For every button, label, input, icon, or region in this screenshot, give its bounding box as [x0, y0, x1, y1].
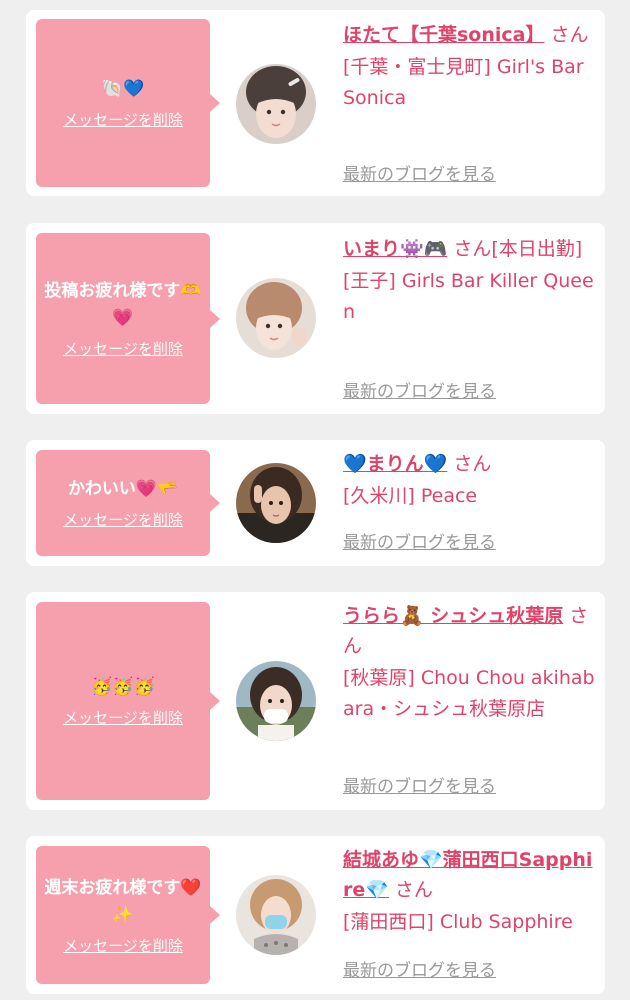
- avatar[interactable]: [236, 278, 316, 358]
- cast-name-line: いまり👾🎮 さん[本日出勤]: [343, 234, 598, 264]
- cast-info: うらら🧸 シュシュ秋葉原 さん [秋葉原] Chou Chou akihabara…: [343, 601, 598, 725]
- delete-message-link[interactable]: メッセージを削除: [63, 109, 183, 130]
- cast-name-line: 結城あゆ💎蒲田西口Sapphire💎 さん: [343, 845, 598, 905]
- cast-name-line: ほたて【千葉sonica】 さん: [343, 20, 598, 50]
- avatar[interactable]: [236, 661, 316, 741]
- cast-name-link[interactable]: うらら🧸 シュシュ秋葉原: [343, 605, 563, 627]
- cast-name-link[interactable]: 💙まりん💙: [343, 453, 447, 475]
- latest-blog-link[interactable]: 最新のブログを見る: [343, 377, 496, 402]
- cast-name-link[interactable]: いまり👾🎮: [343, 238, 447, 260]
- cast-honorific: さん: [394, 879, 433, 901]
- cast-honorific: さん: [453, 453, 492, 475]
- cast-name-link[interactable]: 結城あゆ💎蒲田西口Sapphire💎: [343, 849, 592, 901]
- cast-info: ほたて【千葉sonica】 さん [千葉・富士見町] Girl's Bar Son…: [343, 20, 598, 114]
- message-list: 🐚💙 メッセージを削除 ほたて【千葉sonica】 さん [千葉・富士見町] Gi…: [0, 0, 630, 1000]
- cast-name-line: うらら🧸 シュシュ秋葉原 さん: [343, 601, 598, 661]
- message-card: 🥳🥳🥳 メッセージを削除 うらら🧸 シュシュ秋葉原 さん [秋葉原] Chou C…: [26, 592, 605, 810]
- message-card: 🐚💙 メッセージを削除 ほたて【千葉sonica】 さん [千葉・富士見町] Gi…: [26, 10, 605, 196]
- latest-blog-link[interactable]: 最新のブログを見る: [343, 528, 496, 553]
- message-text: 🐚💙: [101, 79, 145, 99]
- avatar[interactable]: [236, 875, 316, 955]
- avatar[interactable]: [236, 463, 316, 543]
- delete-message-link[interactable]: メッセージを削除: [63, 935, 183, 956]
- shop-info: [秋葉原] Chou Chou akihabara・シュシュ秋葉原店: [343, 667, 595, 720]
- cast-name-link[interactable]: ほたて【千葉sonica】: [343, 24, 545, 46]
- message-bubble: かわいい💗🫳 メッセージを削除: [36, 450, 220, 556]
- cast-honorific: さん: [453, 238, 492, 260]
- message-text: かわいい💗🫳: [67, 479, 179, 499]
- message-bubble: 🥳🥳🥳 メッセージを削除: [36, 602, 220, 800]
- message-bubble: 🐚💙 メッセージを削除: [36, 19, 220, 187]
- message-card: かわいい💗🫳 メッセージを削除 💙まりん💙 さん [久米川] Peace 最新のブ…: [26, 440, 605, 566]
- message-text: 🥳🥳🥳: [91, 677, 155, 697]
- message-bubble: 投稿お疲れ様です🫶💗 メッセージを削除: [36, 233, 220, 404]
- shop-info: [王子] Girls Bar Killer Queen: [343, 270, 594, 323]
- message-card: 週末お疲れ様です❤️✨ メッセージを削除 結城あゆ💎蒲田西口Sapphire💎 さ…: [26, 836, 605, 994]
- latest-blog-link[interactable]: 最新のブログを見る: [343, 160, 496, 185]
- delete-message-link[interactable]: メッセージを削除: [63, 338, 183, 359]
- message-text: 週末お疲れ様です❤️✨: [44, 877, 202, 925]
- shop-info: [久米川] Peace: [343, 485, 478, 507]
- cast-info: 結城あゆ💎蒲田西口Sapphire💎 さん [蒲田西口] Club Sapphir…: [343, 845, 598, 938]
- cast-info: 💙まりん💙 さん [久米川] Peace: [343, 449, 598, 512]
- message-card: 投稿お疲れ様です🫶💗 メッセージを削除 いまり👾🎮 さん[本日出勤] [王子] G…: [26, 223, 605, 414]
- cast-name-line: 💙まりん💙 さん: [343, 449, 598, 479]
- latest-blog-link[interactable]: 最新のブログを見る: [343, 956, 496, 981]
- latest-blog-link[interactable]: 最新のブログを見る: [343, 772, 496, 797]
- message-text: 投稿お疲れ様です🫶💗: [44, 281, 202, 328]
- shop-info: [千葉・富士見町] Girl's Bar Sonica: [343, 56, 584, 109]
- delete-message-link[interactable]: メッセージを削除: [63, 509, 183, 530]
- avatar[interactable]: [236, 64, 316, 144]
- delete-message-link[interactable]: メッセージを削除: [63, 707, 183, 728]
- shop-info: [蒲田西口] Club Sapphire: [343, 911, 573, 933]
- message-bubble: 週末お疲れ様です❤️✨ メッセージを削除: [36, 846, 220, 984]
- cast-name-suffix: [本日出勤]: [491, 238, 583, 260]
- cast-honorific: さん: [550, 24, 589, 46]
- cast-info: いまり👾🎮 さん[本日出勤] [王子] Girls Bar Killer Quee…: [343, 234, 598, 328]
